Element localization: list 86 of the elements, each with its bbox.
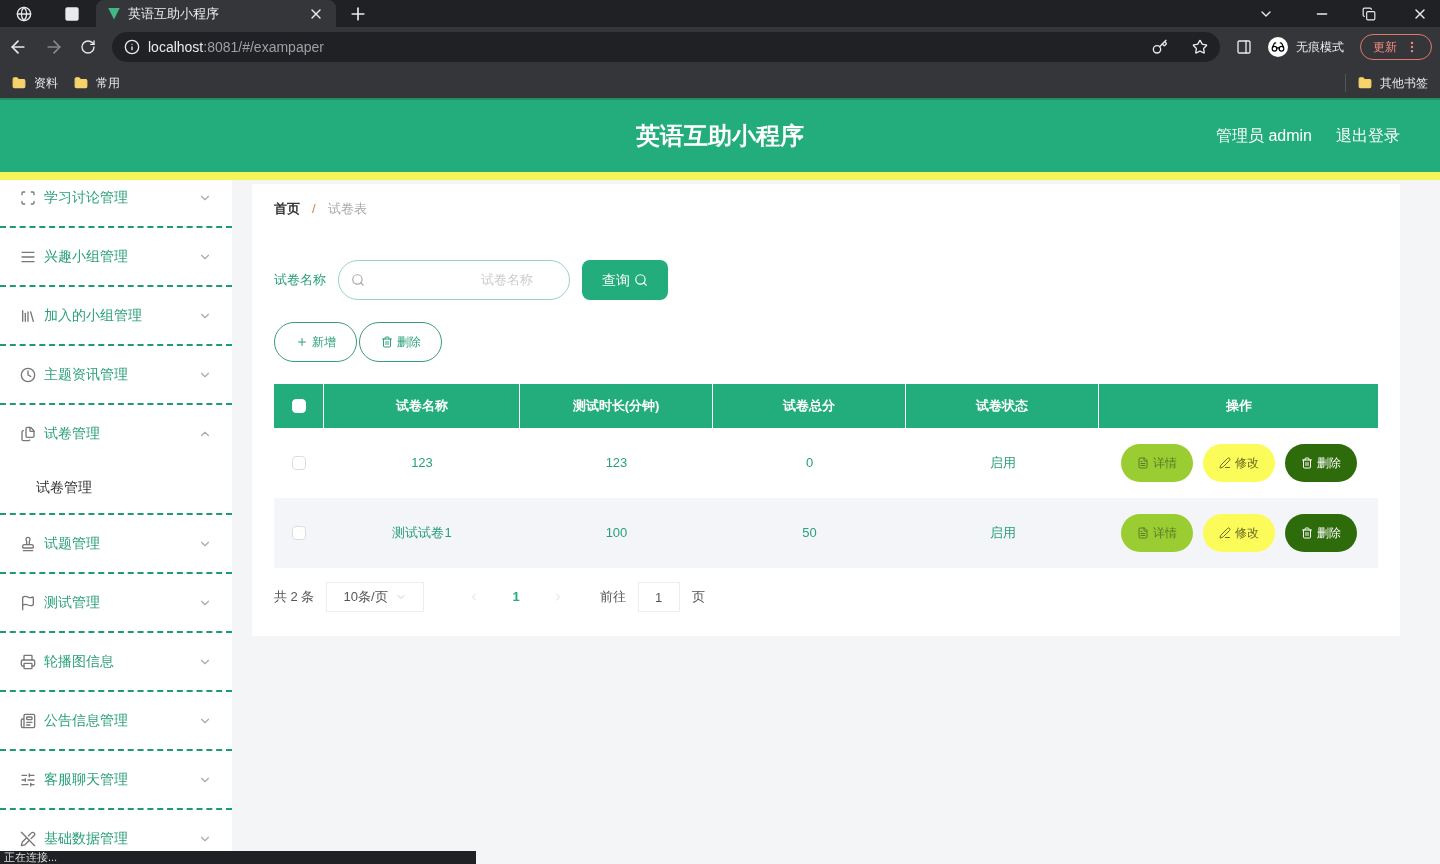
delete-button[interactable]: 删除 <box>1284 514 1357 552</box>
pen-icon <box>1218 527 1231 539</box>
menu-item[interactable]: 兴趣小组管理 <box>0 245 232 268</box>
restore-icon[interactable] <box>1362 6 1376 21</box>
search-icon <box>351 273 365 287</box>
trash-icon <box>1300 527 1313 539</box>
menu-item[interactable]: 轮播图信息 <box>0 650 232 673</box>
stamp-icon <box>20 535 36 552</box>
menu-item[interactable]: 主题资讯管理 <box>0 363 232 386</box>
menu-item[interactable]: 客服聊天管理 <box>0 768 232 791</box>
menu-item[interactable]: 测试管理 <box>0 591 232 614</box>
menu-item[interactable]: 加入的小组管理 <box>0 304 232 327</box>
folder-icon <box>1358 75 1372 90</box>
flag-icon <box>20 594 36 611</box>
goto-label: 前往 <box>599 588 626 607</box>
user-label: 管理员 admin <box>1215 126 1312 146</box>
menu-item[interactable]: 公告信息管理 <box>0 709 232 732</box>
folder-icon <box>12 75 26 90</box>
column-header: 操作 <box>1224 397 1253 416</box>
vue-logo-icon <box>108 7 120 20</box>
books-icon <box>20 307 36 324</box>
newspaper-icon <box>20 712 36 729</box>
pen-icon <box>20 830 36 847</box>
row-checkbox[interactable] <box>292 526 306 540</box>
total-count: 共 2 条 <box>274 588 315 607</box>
search-label: 试卷名称 <box>274 271 326 290</box>
browser-tab[interactable]: 英语互助小程序 <box>96 0 336 27</box>
goto-page-field[interactable]: 1 <box>637 582 680 612</box>
trash-icon <box>1300 457 1313 469</box>
table-cell-text: 启用 <box>989 454 1016 473</box>
page-size-select[interactable]: 10条/页 <box>326 582 425 612</box>
menu-item[interactable]: 试卷管理 <box>0 422 232 445</box>
breadcrumb-separator: / <box>312 200 316 219</box>
incognito-badge[interactable]: 无痕模式 <box>1268 37 1344 57</box>
menu-item[interactable]: 试题管理 <box>0 532 232 555</box>
delete-button[interactable]: 删除 <box>1284 444 1357 482</box>
table-cell-text: 测试试卷1 <box>392 524 452 543</box>
bookmark[interactable]: 常用 <box>74 73 120 92</box>
select-all-checkbox[interactable] <box>291 399 306 413</box>
status-bar: 正在连接... <box>0 851 476 864</box>
bookmark[interactable]: 资料 <box>12 73 58 92</box>
page-number[interactable]: 1 <box>492 587 540 607</box>
search-icon <box>634 273 648 287</box>
reload-icon[interactable] <box>80 39 96 55</box>
address-field[interactable]: localhost:8081/#/exampaper <box>112 32 1220 62</box>
table-cell-text: 123 <box>605 454 628 473</box>
submenu-item[interactable]: 试卷管理 <box>0 462 232 513</box>
query-button[interactable]: 查询 <box>582 260 668 300</box>
page-unit: 页 <box>691 588 705 607</box>
sliders-icon <box>20 771 36 788</box>
detail-button[interactable]: 详情 <box>1120 514 1193 552</box>
logout-link[interactable]: 退出登录 <box>1336 124 1400 148</box>
table-cell-text: 启用 <box>989 524 1016 543</box>
menu-item[interactable]: 基础数据管理 <box>0 827 232 850</box>
document-icon <box>1136 527 1149 539</box>
row-checkbox[interactable] <box>292 456 306 470</box>
edit-button[interactable]: 修改 <box>1202 444 1275 482</box>
bookmark[interactable]: 其他书签 <box>1345 73 1428 92</box>
incognito-icon <box>1268 37 1288 57</box>
globe-icon[interactable] <box>16 5 32 22</box>
info-icon[interactable] <box>124 39 140 55</box>
trash-icon <box>380 336 393 348</box>
edit-button[interactable]: 修改 <box>1202 514 1275 552</box>
detail-button[interactable]: 详情 <box>1120 444 1193 482</box>
plus-icon <box>295 336 308 348</box>
clock-icon <box>20 366 36 383</box>
document-icon <box>1136 457 1149 469</box>
frame-icon <box>20 189 36 206</box>
app-title: 英语互助小程序 <box>636 121 804 151</box>
folder-icon <box>74 75 88 90</box>
tab-title: 英语互助小程序 <box>128 4 220 23</box>
star-icon[interactable] <box>1192 39 1208 55</box>
printer-icon <box>20 653 36 670</box>
url-text: localhost:8081/#/exampaper <box>148 37 325 57</box>
key-icon[interactable] <box>1152 39 1168 55</box>
copy-icon <box>20 425 36 442</box>
table-cell-text: 0 <box>805 454 814 473</box>
table-cell-text: 123 <box>411 454 433 473</box>
breadcrumb-current: 试卷表 <box>327 200 367 219</box>
breadcrumb-link[interactable]: 首页 <box>274 199 300 219</box>
window-icon[interactable] <box>64 5 80 22</box>
menu-item[interactable]: 学习讨论管理 <box>0 186 232 209</box>
pen-icon <box>1218 457 1231 469</box>
table-cell-text: 50 <box>802 524 817 543</box>
side-panel-icon[interactable] <box>1236 39 1252 55</box>
table-cell-text: 100 <box>605 524 628 543</box>
